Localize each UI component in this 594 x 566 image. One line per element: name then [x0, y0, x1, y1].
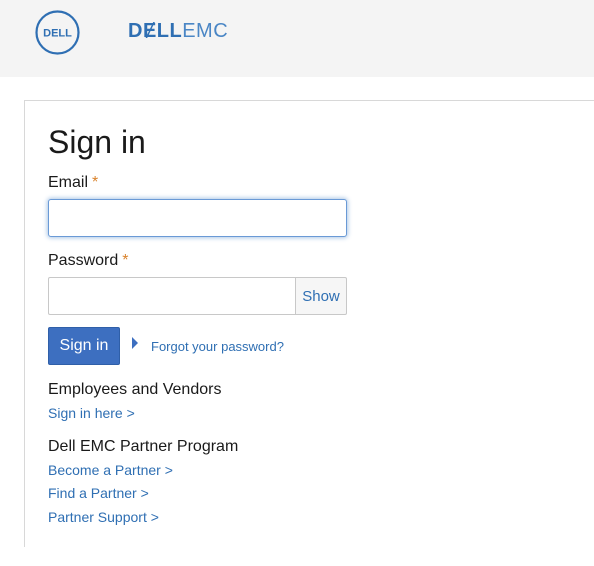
caret-right-icon: [132, 337, 138, 349]
email-label-text: Email: [48, 174, 89, 191]
brand-dell: DɆLL: [128, 20, 183, 42]
password-label-text: Password: [48, 252, 119, 269]
find-partner-link[interactable]: Find a Partner >: [48, 484, 149, 502]
password-required-mark: *: [122, 252, 129, 269]
dell-emc-logo[interactable]: DɆLLEMC: [128, 19, 228, 43]
employees-heading: Employees and Vendors: [48, 381, 222, 398]
become-partner-link[interactable]: Become a Partner >: [48, 461, 173, 479]
dell-logo-text: DELL: [43, 28, 72, 40]
brand-emc: EMC: [182, 20, 229, 42]
sign-in-button[interactable]: Sign in: [48, 327, 120, 365]
email-label: Email *: [48, 173, 98, 193]
partner-support-link[interactable]: Partner Support >: [48, 508, 159, 526]
header-bar: DELL DɆLLEMC: [0, 0, 594, 77]
password-label: Password *: [48, 251, 128, 271]
email-field[interactable]: [48, 199, 347, 237]
show-password-button[interactable]: Show: [295, 277, 347, 315]
dell-logo[interactable]: DELL: [35, 10, 80, 55]
email-required-mark: *: [92, 174, 99, 191]
forgot-password-link[interactable]: Forgot your password?: [151, 338, 284, 355]
sign-in-panel: [24, 100, 594, 547]
password-field[interactable]: [48, 277, 296, 315]
employee-sign-in-link[interactable]: Sign in here >: [48, 404, 135, 422]
page-title: Sign in: [48, 124, 146, 160]
partner-program-heading: Dell EMC Partner Program: [48, 438, 239, 455]
